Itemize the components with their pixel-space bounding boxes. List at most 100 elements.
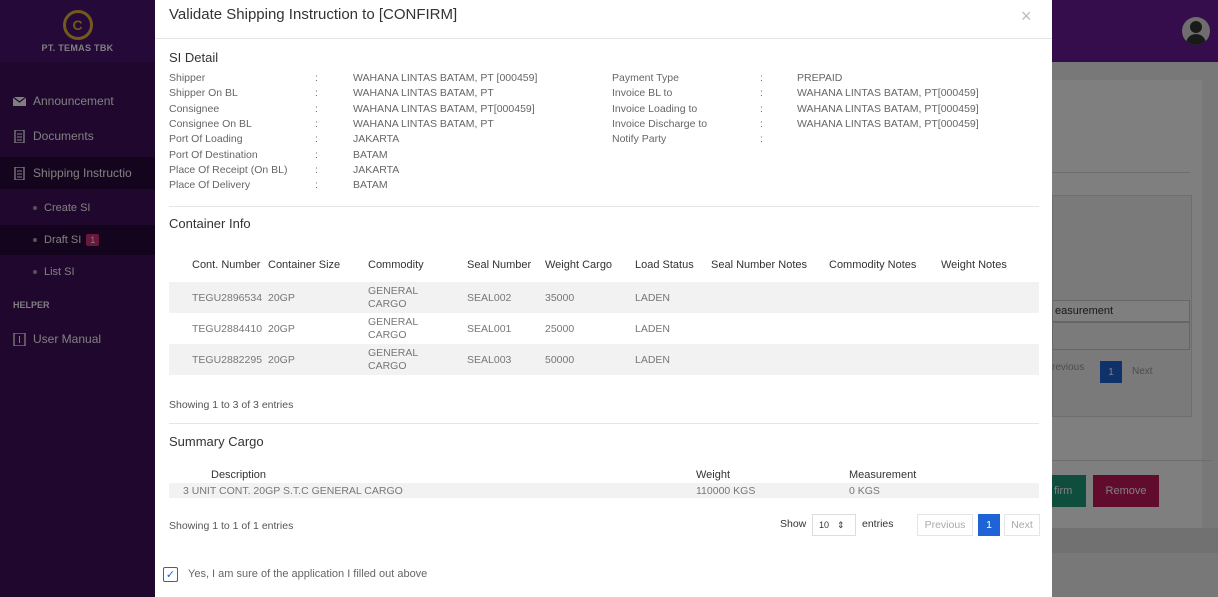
table-cell: TEGU2884410 [192, 322, 263, 335]
entries-select[interactable]: 10 ⇕ [812, 514, 856, 536]
col-header[interactable]: Seal Number [459, 248, 543, 282]
detail-value: PREPAID [797, 72, 843, 84]
next-button[interactable]: Next [1004, 514, 1040, 536]
detail-separator: : [315, 102, 318, 115]
detail-separator: : [315, 148, 318, 161]
table-row: 3 UNIT CONT. 20GP S.T.C GENERAL CARGO 110… [169, 483, 1039, 498]
check-icon: ✓ [165, 569, 176, 581]
table-cell [711, 282, 829, 313]
detail-separator: : [315, 163, 318, 176]
entries-label: entries [862, 518, 894, 530]
col-header[interactable]: Container Size [268, 248, 360, 282]
detail-label: Payment Type [612, 72, 679, 84]
page-1-button[interactable]: 1 [978, 514, 1000, 536]
table-cell: LADEN [635, 291, 671, 304]
summary-showing-info: Showing 1 to 1 of 1 entries [169, 520, 294, 532]
col-header[interactable]: Commodity Notes [829, 248, 941, 282]
detail-value: WAHANA LINTAS BATAM, PT[000459] [797, 117, 979, 130]
confirm-checkbox[interactable]: ✓ [163, 567, 178, 582]
summary-table: Description Weight Measurement 3 UNIT CO… [169, 466, 1039, 498]
detail-label: Port Of Loading [169, 133, 243, 146]
detail-label: Invoice Loading to [612, 102, 698, 115]
detail-value: JAKARTA [353, 133, 400, 146]
table-header-row: Description Weight Measurement [169, 466, 1039, 483]
col-header[interactable]: Seal Number Notes [711, 248, 829, 282]
divider [169, 423, 1039, 424]
table-cell: TEGU2882295 [192, 353, 263, 366]
detail-value: WAHANA LINTAS BATAM, PT[000459] [797, 87, 979, 100]
table-cell [711, 344, 829, 375]
detail-value: WAHANA LINTAS BATAM, PT [000459] [353, 72, 538, 84]
table-cell: 35000 [545, 291, 575, 304]
table-cell: LADEN [635, 353, 671, 366]
confirm-checkbox-label[interactable]: Yes, I am sure of the application I fill… [188, 568, 427, 580]
modal-title: Validate Shipping Instruction to [CONFIR… [169, 6, 458, 23]
detail-label: Invoice Discharge to [612, 117, 708, 130]
table-cell: SEAL002 [467, 291, 512, 304]
detail-separator: : [760, 72, 763, 84]
table-cell: 20GP [268, 353, 295, 366]
table-cell: GENERAL CARGO [368, 284, 418, 310]
container-info-title: Container Info [169, 216, 251, 231]
table-cell: TEGU2896534 [192, 291, 263, 304]
detail-separator: : [760, 87, 763, 100]
detail-separator: : [760, 133, 763, 146]
table-header-row: Cont. Number Container Size Commodity Se… [169, 248, 1039, 282]
detail-label: Shipper [169, 72, 206, 84]
detail-value: BATAM [353, 148, 388, 161]
table-row: TEGU2882295 20GP GENERAL CARGO SEAL003 50000… [169, 344, 1039, 375]
detail-label: Shipper On BL [169, 87, 238, 100]
table-row: TEGU2896534 20GP GENERAL CARGO SEAL002 35000… [169, 282, 1039, 313]
divider [155, 38, 1052, 39]
table-cell: LADEN [635, 322, 671, 335]
table-cell [829, 282, 941, 313]
table-cell: 20GP [268, 322, 295, 335]
col-header[interactable]: Weight Cargo [543, 248, 633, 282]
col-header[interactable]: Weight Notes [941, 248, 1039, 282]
detail-separator: : [315, 133, 318, 146]
detail-separator: : [315, 179, 318, 192]
table-cell: 110000 KGS [696, 484, 756, 497]
detail-separator: : [760, 102, 763, 115]
detail-value: WAHANA LINTAS BATAM, PT[000459] [797, 102, 979, 115]
col-header[interactable]: Commodity [360, 248, 459, 282]
table-cell: 0 KGS [849, 484, 880, 497]
detail-label: Place Of Delivery [169, 179, 251, 192]
detail-separator: : [315, 87, 318, 100]
detail-value: WAHANA LINTAS BATAM, PT[000459] [353, 102, 535, 115]
table-cell [941, 313, 1039, 344]
detail-value: WAHANA LINTAS BATAM, PT [353, 87, 494, 100]
detail-value: JAKARTA [353, 163, 400, 176]
table-cell: GENERAL CARGO [368, 315, 418, 341]
table-row: TEGU2884410 20GP GENERAL CARGO SEAL001 25000… [169, 313, 1039, 344]
table-cell: SEAL001 [467, 322, 512, 335]
col-header[interactable]: Load Status [633, 248, 711, 282]
summary-cargo-title: Summary Cargo [169, 434, 264, 449]
table-cell: SEAL003 [467, 353, 512, 366]
detail-label: Place Of Receipt (On BL) [169, 163, 288, 176]
detail-label: Consignee On BL [169, 117, 252, 130]
detail-separator: : [315, 72, 318, 84]
detail-label: Port Of Destination [169, 148, 258, 161]
si-detail-title: SI Detail [169, 50, 219, 65]
previous-button[interactable]: Previous [917, 514, 973, 536]
detail-label: Consignee [169, 102, 220, 115]
table-cell [711, 313, 829, 344]
container-table: Cont. Number Container Size Commodity Se… [169, 248, 1039, 375]
col-header[interactable]: Cont. Number [169, 248, 268, 282]
detail-separator: : [315, 117, 318, 130]
table-cell [829, 313, 941, 344]
col-header[interactable]: Description [169, 466, 696, 483]
entries-value: 10 [819, 520, 830, 530]
show-label: Show [780, 518, 807, 530]
detail-label: Invoice BL to [612, 87, 673, 100]
col-header[interactable]: Weight [696, 466, 849, 483]
divider [169, 206, 1039, 207]
detail-separator: : [760, 117, 763, 130]
table-cell: 20GP [268, 291, 295, 304]
table-cell [941, 282, 1039, 313]
col-header[interactable]: Measurement [849, 466, 1039, 483]
close-icon[interactable]: × [1021, 6, 1032, 27]
table-cell: 3 UNIT CONT. 20GP S.T.C GENERAL CARGO [183, 484, 403, 497]
table-cell: 25000 [545, 322, 575, 335]
